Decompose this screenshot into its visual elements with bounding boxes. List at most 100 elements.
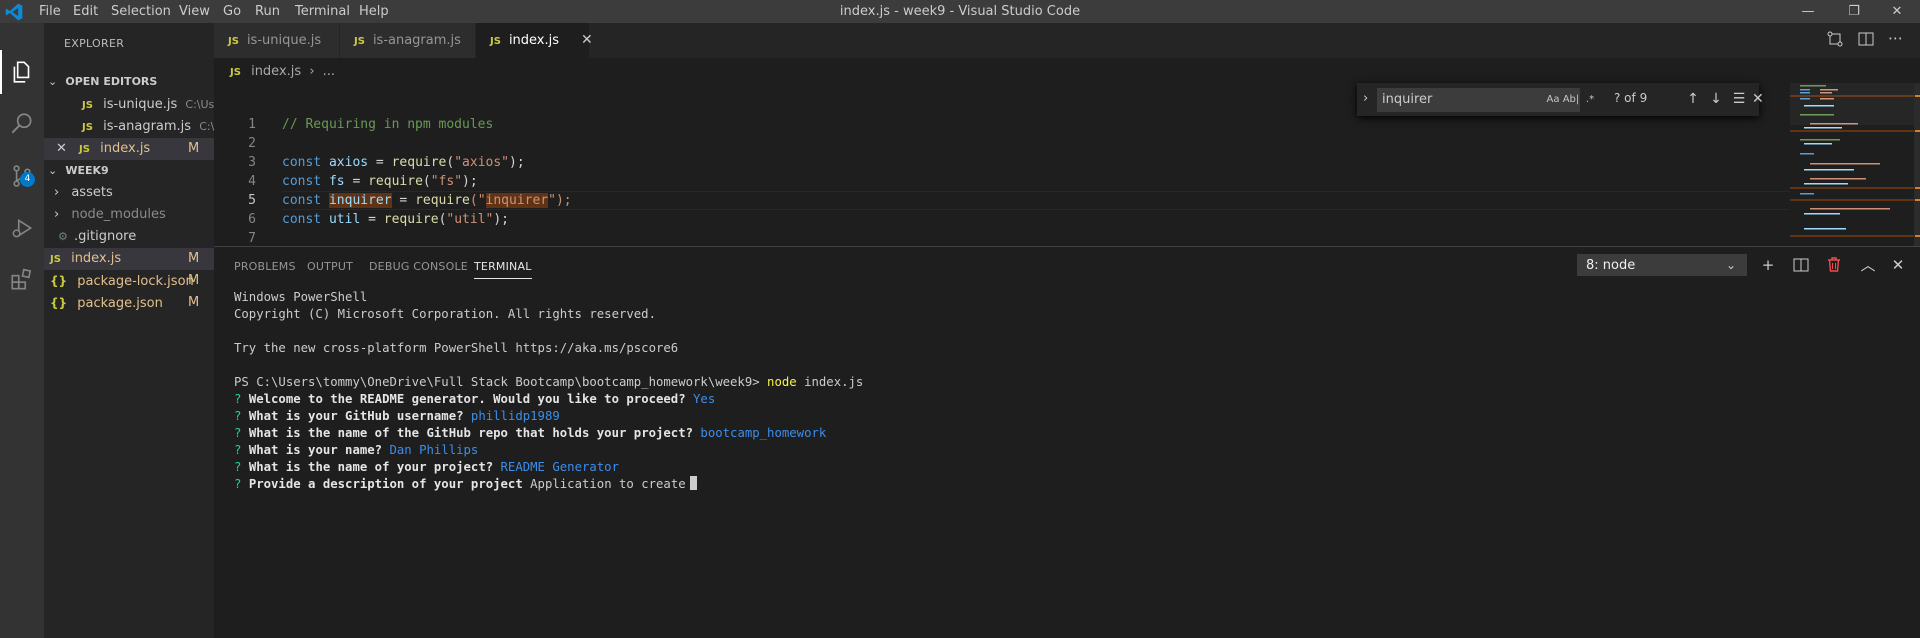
file-item[interactable]: JS index.js M [44, 248, 214, 270]
terminal-qa-line: ? What is the name of the GitHub repo th… [234, 426, 827, 440]
json-file-icon: {} [50, 274, 68, 288]
open-editors-header[interactable]: ⌄ OPEN EDITORS [44, 71, 214, 93]
js-file-icon: JS [79, 144, 90, 155]
tab-output[interactable]: OUTPUT [307, 259, 353, 279]
file-item[interactable]: {} package-lock.json M [44, 270, 214, 292]
open-editor-item[interactable]: JS is-anagram.js C:\U... [44, 116, 214, 138]
sidebar-title: EXPLORER [64, 37, 125, 50]
maximize-panel-icon[interactable]: ︿ [1856, 253, 1880, 277]
menu-terminal[interactable]: Terminal [295, 0, 350, 23]
terminal-cursor [689, 476, 697, 490]
close-icon[interactable]: ✕ [1886, 253, 1910, 277]
chevron-right-icon[interactable]: › [1363, 91, 1368, 106]
open-editor-item[interactable]: JS is-unique.js C:\Use... [44, 94, 214, 116]
line-number: 4 [248, 174, 256, 189]
minimap-preview [1790, 83, 1920, 246]
close-icon[interactable]: ✕ [1752, 89, 1764, 109]
minimize-button[interactable]: — [1785, 0, 1831, 23]
gear-icon: ⚙ [58, 230, 68, 243]
chevron-right-icon: › [54, 185, 60, 200]
regex-toggle[interactable]: .* [1581, 91, 1599, 109]
menu-run[interactable]: Run [255, 0, 280, 23]
line-number: 6 [248, 212, 256, 227]
folder-item[interactable]: › node_modules [44, 204, 214, 226]
code-line: const inquirer = require("inquirer"); [282, 193, 572, 208]
explorer-icon[interactable] [0, 50, 44, 94]
extensions-icon[interactable] [0, 258, 44, 302]
tab-terminal[interactable]: TERMINAL [474, 259, 532, 279]
close-window-button[interactable]: ✕ [1874, 0, 1920, 23]
terminal-prompt-line: PS C:\Users\tommy\OneDrive\Full Stack Bo… [234, 375, 864, 389]
match-case-toggle[interactable]: Aa [1544, 91, 1562, 109]
chevron-right-icon: › [54, 207, 60, 222]
find-match-highlight: inquirer [485, 193, 549, 208]
line-number: 5 [248, 193, 256, 208]
new-terminal-icon[interactable]: + [1756, 253, 1780, 277]
status-badge: M [188, 295, 200, 310]
search-icon[interactable] [0, 102, 44, 146]
folder-item[interactable]: › assets [44, 182, 214, 204]
menu-selection[interactable]: Selection [111, 0, 171, 23]
find-in-selection-icon[interactable]: ☰ [1729, 89, 1749, 109]
whole-word-toggle[interactable]: Ab| [1562, 91, 1580, 109]
status-badge: M [188, 251, 200, 266]
vscode-logo-icon [5, 3, 23, 21]
terminal-input-line[interactable]: ? Provide a description of your project … [234, 476, 697, 493]
menu-view[interactable]: View [179, 0, 210, 23]
js-file-icon: JS [490, 36, 501, 47]
menu-edit[interactable]: Edit [73, 0, 98, 23]
more-actions-icon[interactable]: ⋯ [1888, 29, 1904, 47]
js-file-icon: JS [82, 100, 93, 111]
folder-header[interactable]: ⌄ WEEK9 [44, 160, 214, 182]
tab-is-unique[interactable]: JS is-unique.js [214, 23, 340, 58]
terminal-qa-line: ? Welcome to the README generator. Would… [234, 392, 716, 406]
trash-icon[interactable] [1826, 256, 1842, 273]
scm-count-badge: 4 [20, 172, 35, 187]
js-file-icon: JS [228, 36, 239, 47]
open-changes-icon[interactable] [1826, 30, 1844, 48]
line-number: 3 [248, 155, 256, 170]
chevron-down-icon: ⌄ [48, 164, 58, 177]
restore-button[interactable]: ❐ [1831, 0, 1877, 23]
breadcrumb[interactable]: JS index.js › ... [230, 61, 335, 83]
code-line: const axios = require("axios"); [282, 155, 525, 170]
code-comment: // Requiring in npm modules [282, 117, 494, 132]
js-file-icon: JS [82, 122, 93, 133]
terminal-line: Copyright (C) Microsoft Corporation. All… [234, 307, 656, 321]
split-terminal-icon[interactable] [1793, 257, 1809, 273]
close-icon[interactable]: ✕ [56, 141, 67, 156]
tab-is-anagram[interactable]: JS is-anagram.js [340, 23, 476, 58]
menu-file[interactable]: File [39, 0, 61, 23]
terminal-qa-line: ? What is the name of your project? READ… [234, 460, 619, 474]
menu-help[interactable]: Help [359, 0, 389, 23]
tab-index[interactable]: JS index.js ✕ [476, 23, 593, 58]
arrow-up-icon[interactable]: ↑ [1683, 89, 1703, 109]
explorer-sidebar: EXPLORER ⌄ OPEN EDITORS JS is-unique.js … [44, 23, 214, 638]
match-count: ? of 9 [1614, 91, 1648, 105]
tab-debug-console[interactable]: DEBUG CONSOLE [369, 259, 468, 279]
menu-go[interactable]: Go [223, 0, 241, 23]
arrow-down-icon[interactable]: ↓ [1706, 89, 1726, 109]
status-badge: M [188, 141, 200, 156]
terminal-line: Windows PowerShell [234, 290, 368, 304]
find-match-highlight: inquirer [328, 193, 392, 208]
file-item[interactable]: {} package.json M [44, 292, 214, 314]
line-number: 7 [248, 231, 256, 246]
close-icon[interactable]: ✕ [581, 32, 593, 48]
split-editor-icon[interactable] [1857, 30, 1875, 48]
minimap[interactable] [1790, 83, 1920, 246]
terminal-select[interactable]: 8: node [1577, 254, 1747, 276]
window-title: index.js - week9 - Visual Studio Code [839, 4, 1081, 19]
status-badge: M [188, 273, 200, 288]
code-line: const fs = require("fs"); [282, 174, 478, 189]
file-item[interactable]: ⚙ .gitignore [44, 226, 214, 248]
open-editor-item[interactable]: ✕ JS index.js M [44, 138, 214, 160]
chevron-down-icon: ⌄ [48, 75, 58, 88]
activity-bar: 4 [0, 23, 44, 638]
terminal-qa-line: ? What is your GitHub username? phillidp… [234, 409, 560, 423]
tab-problems[interactable]: PROBLEMS [234, 259, 296, 279]
title-bar: File Edit Selection View Go Run Terminal… [0, 0, 1920, 23]
run-debug-icon[interactable] [0, 206, 44, 250]
js-file-icon: JS [354, 36, 365, 47]
js-file-icon: JS [230, 67, 241, 78]
